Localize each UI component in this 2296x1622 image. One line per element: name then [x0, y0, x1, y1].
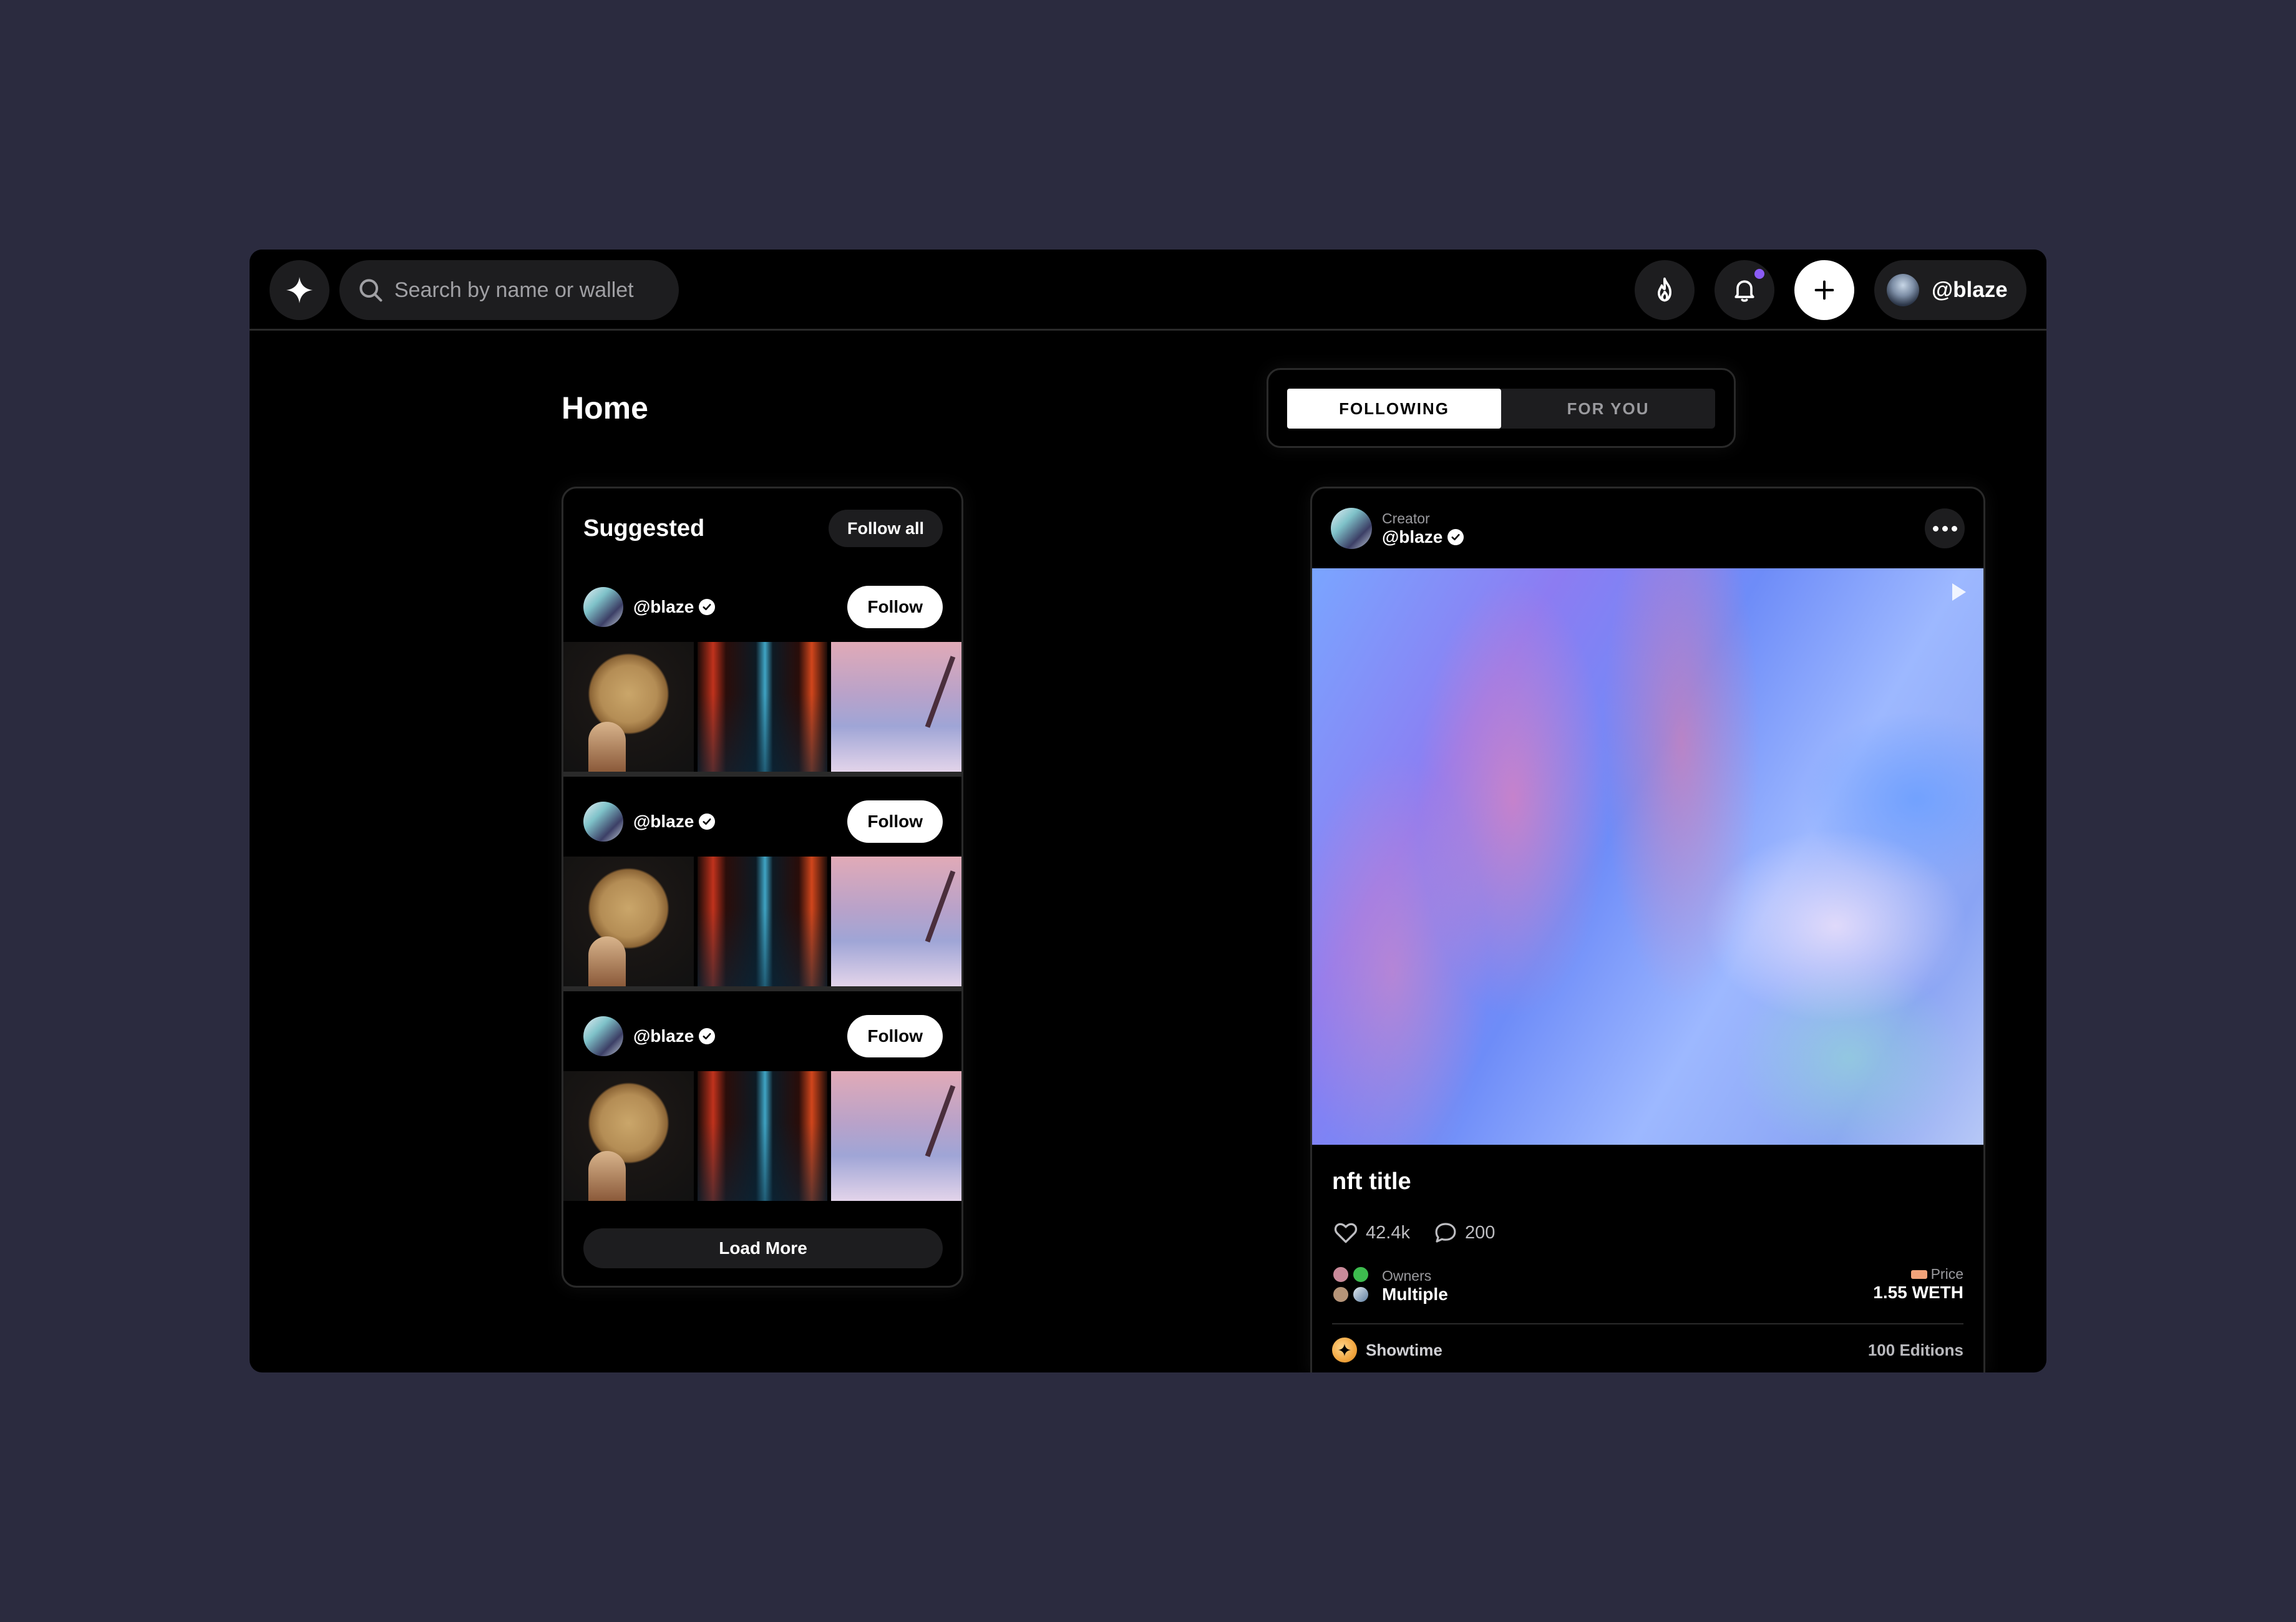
notification-dot — [1754, 269, 1764, 279]
creator-label: Creator — [1382, 510, 1430, 527]
page-title: Home — [562, 391, 648, 425]
avatar[interactable] — [1331, 508, 1372, 549]
comment-count: 200 — [1464, 1222, 1496, 1243]
avatar — [1887, 274, 1919, 306]
artwork-thumbnail[interactable] — [831, 642, 961, 772]
more-options-button[interactable] — [1925, 508, 1965, 548]
avatar — [1332, 1266, 1350, 1283]
suggested-user: @blaze Follow — [583, 582, 943, 632]
creator-info: Creator @blaze — [1382, 510, 1464, 547]
price-info[interactable]: Price 1.55 WETH — [1873, 1266, 1963, 1303]
suggested-title: Suggested — [583, 515, 705, 541]
verified-icon — [1447, 528, 1464, 545]
bell-icon — [1734, 280, 1754, 302]
feed-tabs: FOLLOWING FOR YOU — [1287, 389, 1715, 429]
price-label: Price — [1930, 1266, 1963, 1282]
artwork-thumbnail[interactable] — [831, 1071, 961, 1201]
artwork-thumbnail[interactable] — [697, 1071, 828, 1201]
suggested-user: @blaze Follow — [583, 1011, 943, 1061]
tab-for-you[interactable]: FOR YOU — [1501, 389, 1715, 429]
owners-label: Owners — [1382, 1267, 1432, 1284]
user-artworks — [563, 857, 961, 986]
search-bar[interactable] — [339, 260, 679, 320]
notifications-button[interactable] — [1715, 260, 1774, 320]
suggested-user: @blaze Follow — [583, 797, 943, 847]
row-divider — [563, 986, 961, 991]
nft-artwork[interactable] — [1312, 568, 1983, 1145]
post-header: Creator @blaze — [1331, 507, 1965, 550]
price-value: 1.55 WETH — [1873, 1283, 1963, 1302]
like-count: 42.4k — [1366, 1222, 1410, 1243]
user-handle[interactable]: @blaze — [633, 1026, 694, 1046]
artwork-thumbnail[interactable] — [697, 857, 828, 986]
play-icon — [1952, 583, 1966, 601]
platform-name: Showtime — [1366, 1340, 1442, 1359]
user-artworks — [563, 642, 961, 772]
owner-avatars — [1332, 1266, 1372, 1306]
creator-handle[interactable]: @blaze — [1382, 527, 1442, 547]
follow-all-button[interactable]: Follow all — [828, 510, 943, 547]
user-handle[interactable]: @blaze — [633, 597, 694, 617]
profile-button[interactable]: @blaze — [1874, 260, 2026, 320]
post-stats: 42.4k 200 — [1332, 1217, 1517, 1248]
editions-count: 100 Editions — [1867, 1340, 1963, 1359]
plus-icon — [1814, 280, 1834, 300]
suggested-user-card: @blaze Follow — [563, 1011, 961, 1223]
nft-title[interactable]: nft title — [1332, 1168, 1411, 1195]
like-button[interactable]: 42.4k — [1332, 1219, 1410, 1246]
avatar[interactable] — [583, 802, 623, 842]
search-input[interactable] — [394, 278, 669, 303]
owners-info[interactable]: Owners Multiple — [1332, 1266, 1448, 1306]
search-icon — [359, 279, 382, 302]
suggested-user-card: @blaze Follow — [563, 797, 961, 1009]
comment-icon — [1435, 1223, 1456, 1243]
trending-button[interactable] — [1635, 260, 1695, 320]
post-footer: Showtime 100 Editions — [1332, 1336, 1963, 1364]
verified-icon — [699, 813, 716, 830]
divider — [1332, 1323, 1963, 1324]
follow-button[interactable]: Follow — [847, 586, 943, 628]
heart-icon — [1334, 1223, 1358, 1243]
create-button[interactable] — [1794, 260, 1854, 320]
avatar[interactable] — [583, 587, 623, 627]
sparkle-logo-icon — [286, 276, 313, 304]
feed-tabs-container: FOLLOWING FOR YOU — [1267, 368, 1736, 448]
avatar — [1352, 1286, 1369, 1303]
owners-value: Multiple — [1382, 1284, 1448, 1304]
top-navigation-bar: @blaze — [250, 250, 2046, 331]
user-artworks — [563, 1071, 961, 1201]
artwork-thumbnail[interactable] — [697, 642, 828, 772]
more-icon — [1932, 525, 1938, 532]
suggested-user-card: @blaze Follow — [563, 582, 961, 794]
verified-icon — [699, 1028, 716, 1044]
load-more-button[interactable]: Load More — [583, 1228, 943, 1268]
suggested-panel: Suggested Follow all @blaze Follow @blaz… — [562, 487, 963, 1288]
price-tag-icon — [1910, 1270, 1927, 1279]
artwork-thumbnail[interactable] — [563, 1071, 694, 1201]
verified-icon — [699, 599, 716, 615]
artwork-thumbnail[interactable] — [831, 857, 961, 986]
creator-handle-row: @blaze — [1382, 527, 1464, 547]
follow-button[interactable]: Follow — [847, 1015, 943, 1057]
price-label-row: Price — [1873, 1266, 1963, 1283]
follow-button[interactable]: Follow — [847, 800, 943, 843]
user-handle[interactable]: @blaze — [633, 812, 694, 832]
suggested-header: Suggested Follow all — [583, 508, 943, 548]
flame-icon — [1658, 277, 1671, 302]
avatar — [1332, 1286, 1350, 1303]
platform-badge[interactable]: Showtime — [1332, 1338, 1442, 1362]
nft-post-card: Creator @blaze nft title 42.4k 200 Owner… — [1310, 487, 1985, 1372]
artwork-thumbnail[interactable] — [563, 857, 694, 986]
logo-button[interactable] — [270, 260, 329, 320]
showtime-logo-icon — [1332, 1338, 1357, 1362]
artwork-thumbnail[interactable] — [563, 642, 694, 772]
profile-handle: @blaze — [1932, 278, 2008, 302]
avatar[interactable] — [583, 1016, 623, 1056]
row-divider — [563, 772, 961, 777]
tab-following[interactable]: FOLLOWING — [1287, 389, 1501, 429]
avatar — [1352, 1266, 1369, 1283]
app-window: @blaze Home FOLLOWING FOR YOU Suggested … — [250, 250, 2046, 1372]
comment-button[interactable]: 200 — [1433, 1220, 1495, 1246]
